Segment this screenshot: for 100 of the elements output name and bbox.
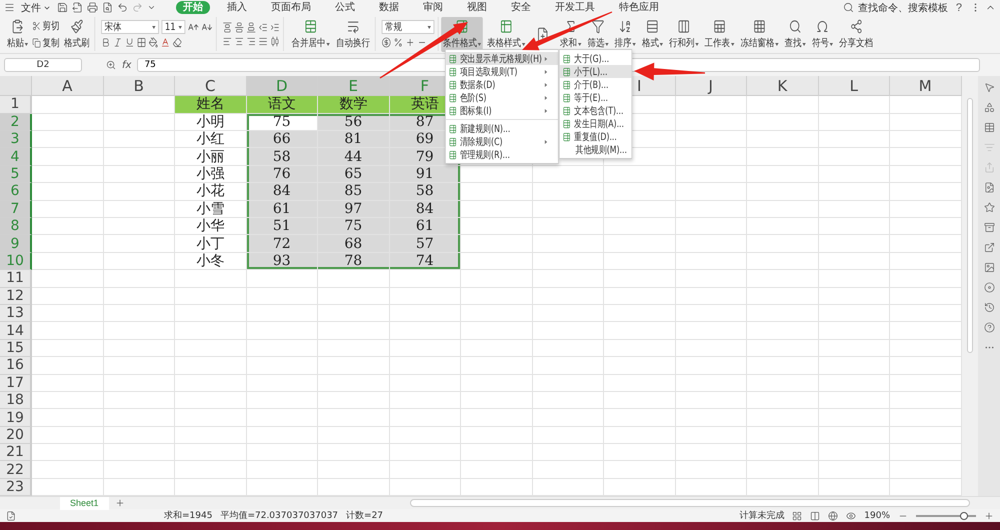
grid-cell[interactable] [676,200,747,218]
grid-cell[interactable] [676,322,747,340]
grid-cell[interactable] [890,131,962,148]
grid-cell[interactable] [32,374,104,392]
grid-cell[interactable] [104,183,175,201]
grid-cell[interactable] [747,357,818,375]
grid-cell[interactable] [461,288,532,305]
grid-cell[interactable] [318,288,390,305]
grid-cell[interactable] [246,392,318,410]
grid-cell[interactable] [32,148,104,166]
grid-cell[interactable] [818,270,890,288]
grid-cell[interactable] [390,288,461,305]
grid-cell[interactable] [246,478,318,496]
grid-cell[interactable] [604,426,676,444]
grid-cell[interactable] [32,340,104,358]
row-header[interactable]: 17 [0,374,32,392]
grid-cell[interactable] [604,357,676,375]
column-header[interactable]: K [747,76,818,96]
grid-cell[interactable] [676,409,747,427]
underline-icon[interactable] [124,37,134,48]
select-all-corner[interactable] [0,76,32,96]
grid-cell[interactable] [32,166,104,184]
grid-cell[interactable] [246,340,318,358]
grid-cell[interactable] [747,409,818,427]
grid-cell[interactable] [890,409,962,427]
grid-cell[interactable] [747,252,818,270]
grid-cell[interactable] [104,218,175,236]
grid-cell[interactable] [246,304,318,322]
grid-cell[interactable] [818,461,890,479]
grid-cell[interactable] [461,218,532,236]
grid-cell[interactable] [676,218,747,236]
pointer-icon[interactable] [984,82,994,94]
grid-cell[interactable] [604,270,676,288]
grid-cell[interactable] [604,288,676,305]
grid-cell[interactable] [604,183,676,201]
grid-cell[interactable] [747,304,818,322]
row-header[interactable]: 13 [0,304,32,322]
grid-cell[interactable] [461,166,532,184]
grid-cell[interactable] [175,409,246,427]
grid-cell[interactable] [676,357,747,375]
grid-cell[interactable] [747,478,818,496]
grid-cell[interactable] [676,114,747,132]
grid-cell[interactable] [246,270,318,288]
help-icon[interactable] [984,322,994,334]
grid-cell[interactable] [532,322,604,340]
grid-cell[interactable] [532,218,604,236]
grid-cell[interactable] [461,200,532,218]
grid-cell[interactable] [32,322,104,340]
grid-cell[interactable] [318,478,390,496]
grid-cell[interactable] [747,426,818,444]
grid-cell[interactable] [818,288,890,305]
sheet-tab[interactable]: Sheet1 [60,496,109,510]
row-header[interactable]: 12 [0,288,32,305]
grid-cell[interactable] [104,148,175,166]
grid-cell[interactable] [532,252,604,270]
grid-cell[interactable] [104,444,175,462]
grid-cell[interactable] [32,392,104,410]
grid-cell[interactable] [390,340,461,358]
grid-cell[interactable] [532,357,604,375]
bold-icon[interactable] [101,37,110,48]
grid-cell[interactable] [461,183,532,201]
export-icon[interactable] [72,2,83,14]
grid-cell[interactable] [818,96,890,114]
help-button[interactable]: ? [952,2,966,14]
grid-cell[interactable] [604,322,676,340]
search-field[interactable]: 查找命令、搜索模板 [858,0,948,15]
number-format-select[interactable]: 常规 [382,20,434,34]
grid-cell[interactable] [676,131,747,148]
align-right-icon[interactable] [246,36,256,47]
preview-icon[interactable] [102,2,113,14]
grid-cell[interactable] [461,304,532,322]
grid-cell[interactable] [461,426,532,444]
distribute-icon[interactable] [270,36,280,47]
grid-cell[interactable] [461,322,532,340]
grid-cell[interactable] [104,478,175,496]
grid-cell[interactable] [104,288,175,305]
grid-cell[interactable] [890,426,962,444]
column-header[interactable]: L [818,76,890,96]
toolbar-button[interactable]: 格式 [640,16,665,52]
grid-cell[interactable] [246,426,318,444]
name-box[interactable]: D2 [4,58,82,72]
cut-button[interactable]: 剪切 [32,18,60,33]
grid-cell[interactable] [461,392,532,410]
grid-cell[interactable] [104,252,175,270]
align-left-icon[interactable] [222,36,232,47]
grid-cell[interactable] [890,461,962,479]
grid-cell[interactable] [104,392,175,410]
history-icon[interactable] [984,302,994,314]
grid-cell[interactable] [818,392,890,410]
grid-cell[interactable] [175,444,246,462]
grid-cell[interactable] [532,340,604,358]
grid-cell[interactable] [32,96,104,114]
column-header[interactable]: J [676,76,747,96]
grid-cell[interactable] [818,374,890,392]
save-icon[interactable] [57,2,68,14]
grid-cell[interactable] [532,426,604,444]
grid-cell[interactable] [175,461,246,479]
grid-cell[interactable] [318,374,390,392]
grid-cell[interactable] [676,444,747,462]
grid-cell[interactable] [318,392,390,410]
